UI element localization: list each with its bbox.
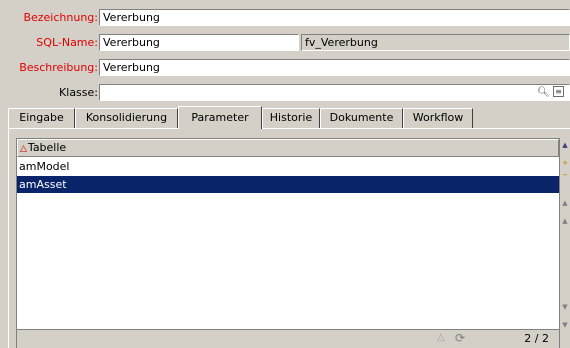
tab-konsolidierung[interactable]: Konsolidierung: [75, 108, 178, 128]
search-icon[interactable]: 🔍︎: [537, 86, 550, 99]
move-top-icon[interactable]: ▲: [560, 216, 570, 226]
tab-parameter[interactable]: Parameter: [178, 106, 262, 129]
tab-dokumente[interactable]: Dokumente: [320, 108, 403, 128]
tab-historie[interactable]: Historie: [262, 108, 320, 128]
list-item[interactable]: amModel: [17, 158, 559, 175]
column-header-label: Tabelle: [27, 141, 67, 154]
warning-icon: △: [437, 332, 445, 343]
move-bottom-icon[interactable]: ▼: [560, 320, 570, 330]
list-scrollbar[interactable]: ▲ + − ▲ ▲ ▼ ▼: [559, 138, 570, 348]
sort-ascending-icon: △: [20, 144, 27, 154]
klasse-field[interactable]: [99, 84, 570, 101]
bezeichnung-label: Bezeichnung:: [23, 11, 98, 24]
list-item-selected[interactable]: amAsset: [17, 176, 559, 193]
beschreibung-label: Beschreibung:: [19, 61, 98, 74]
refresh-icon[interactable]: ⟳: [455, 331, 465, 345]
add-icon[interactable]: +: [560, 158, 570, 168]
move-up-icon[interactable]: ▲: [560, 198, 570, 208]
sql-name-field[interactable]: Vererbung: [99, 34, 299, 51]
sql-table-name-field: fv_Vererbung: [301, 34, 570, 51]
tab-workflow[interactable]: Workflow: [403, 108, 473, 128]
scroll-up-icon[interactable]: ▲: [560, 140, 570, 150]
tabelle-list[interactable]: △Tabelle amModel amAsset △ ⟳ 2 / 2: [16, 138, 559, 348]
move-down-icon[interactable]: ▼: [560, 302, 570, 312]
page-counter: 2 / 2: [524, 332, 549, 345]
klasse-label: Klasse:: [59, 86, 98, 99]
beschreibung-field[interactable]: Vererbung: [99, 59, 570, 76]
column-header-tabelle[interactable]: △Tabelle: [17, 139, 559, 157]
tab-eingabe[interactable]: Eingabe: [8, 108, 75, 128]
bezeichnung-field[interactable]: Vererbung: [99, 9, 570, 26]
sql-name-label: SQL-Name:: [36, 36, 98, 49]
details-icon[interactable]: ≡: [553, 86, 564, 97]
remove-icon[interactable]: −: [560, 170, 570, 180]
list-status-bar: △ ⟳ 2 / 2: [17, 329, 559, 348]
